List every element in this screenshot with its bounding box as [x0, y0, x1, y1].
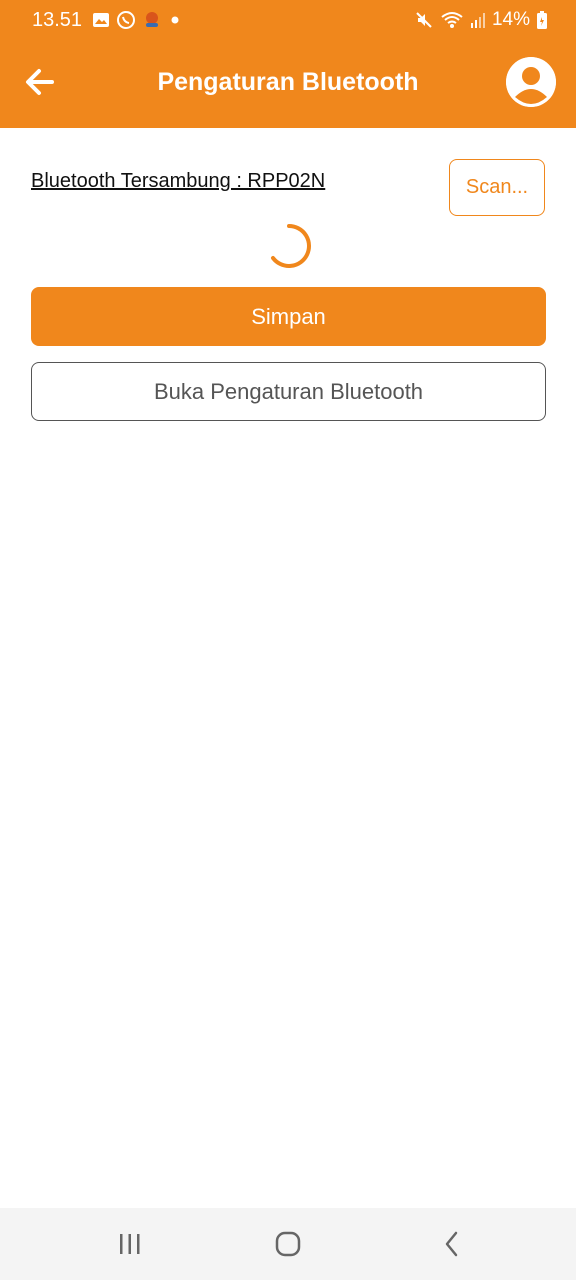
- save-button[interactable]: Simpan: [31, 287, 546, 346]
- dot-icon: [171, 16, 179, 24]
- status-icons-right: 14%: [414, 9, 548, 31]
- battery-icon: [537, 11, 547, 29]
- open-bluetooth-settings-button[interactable]: Buka Pengaturan Bluetooth: [31, 362, 546, 421]
- recents-icon: [120, 1234, 140, 1254]
- connected-device-label[interactable]: Bluetooth Tersambung : RPP02N: [31, 170, 325, 193]
- scan-button[interactable]: Scan...: [449, 159, 545, 216]
- page-title: Pengaturan Bluetooth: [157, 68, 419, 96]
- home-icon: [275, 1231, 301, 1257]
- loading-spinner-icon: [271, 224, 311, 268]
- mute-icon: [416, 12, 432, 28]
- recents-button[interactable]: [110, 1226, 150, 1262]
- back-icon: [445, 1231, 458, 1257]
- app-notification-icon: [146, 12, 158, 27]
- status-time: 13.51: [32, 9, 83, 31]
- status-icons-left: [92, 10, 182, 30]
- status-bar: 13.51 14%: [0, 0, 576, 42]
- app-bar: Pengaturan Bluetooth: [0, 42, 576, 128]
- signal-icon: [470, 13, 485, 28]
- profile-button[interactable]: [506, 57, 556, 107]
- wifi-icon: [441, 12, 463, 28]
- user-avatar-icon: [506, 57, 556, 107]
- battery-percent: 14%: [491, 9, 530, 30]
- system-nav-bar: [0, 1208, 576, 1280]
- nav-back-button[interactable]: [432, 1226, 472, 1262]
- home-button[interactable]: [268, 1226, 308, 1262]
- gallery-icon: [93, 13, 109, 27]
- whatsapp-icon: [117, 11, 135, 29]
